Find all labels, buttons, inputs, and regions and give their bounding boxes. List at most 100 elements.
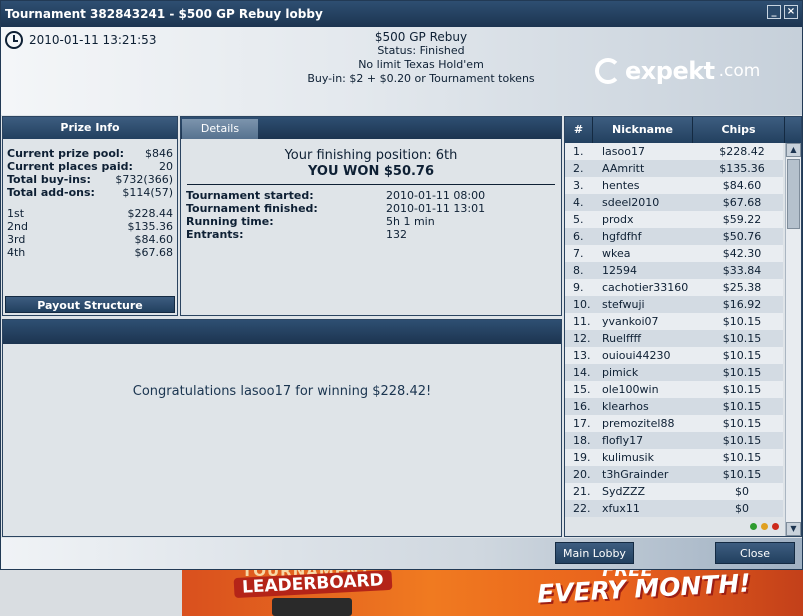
table-row[interactable]: 13. ouioui44230 $10.15 — [565, 347, 783, 364]
table-row[interactable]: 22. xfux11 $0 — [565, 500, 783, 517]
table-row[interactable]: 5. prodx $59.22 — [565, 211, 783, 228]
players-list: 1. lasoo17 $228.42 2. AAmritt $135.36 3. hentes… — [565, 143, 783, 517]
row-chips: $10.15 — [722, 315, 762, 328]
row-rank: 8. — [573, 264, 584, 277]
row-nickname: wkea — [602, 247, 631, 260]
row-nickname: ole100win — [602, 383, 659, 396]
row-chips: $16.92 — [722, 298, 762, 311]
summary-value: $732(366) — [115, 173, 173, 186]
row-chips: $67.68 — [722, 196, 762, 209]
table-row[interactable]: 8. 12594 $33.84 — [565, 262, 783, 279]
expekt-logo: expekt .com — [595, 57, 760, 85]
table-row[interactable]: 17. premozitel88 $10.15 — [565, 415, 783, 432]
row-rank: 12. — [573, 332, 591, 345]
table-row[interactable]: 6. hgfdfhf $50.76 — [565, 228, 783, 245]
column-nickname[interactable]: Nickname — [593, 117, 693, 143]
row-nickname: pimick — [602, 366, 639, 379]
main-lobby-button[interactable]: Main Lobby — [555, 542, 634, 564]
row-rank: 22. — [573, 502, 591, 515]
row-rank: 18. — [573, 434, 591, 447]
row-nickname: hentes — [602, 179, 640, 192]
row-rank: 21. — [573, 485, 591, 498]
congrats-panel: Congratulations lasoo17 for winning $228… — [2, 319, 562, 537]
minimize-icon[interactable]: _ — [767, 5, 781, 19]
row-chips: $0 — [735, 485, 749, 498]
table-row[interactable]: 4. sdeel2010 $67.68 — [565, 194, 783, 211]
status-dot-icon — [750, 523, 757, 530]
summary-row: Current prize pool: $846 — [7, 147, 173, 160]
table-row[interactable]: 3. hentes $84.60 — [565, 177, 783, 194]
row-rank: 4. — [573, 196, 584, 209]
table-row[interactable]: 12. Ruelffff $10.15 — [565, 330, 783, 347]
table-row[interactable]: 1. lasoo17 $228.42 — [565, 143, 783, 160]
tournament-name: $500 GP Rebuy — [374, 30, 468, 44]
table-row[interactable]: 20. t3hGrainder $10.15 — [565, 466, 783, 483]
row-nickname: 12594 — [602, 264, 637, 277]
promo-banner[interactable]: TOURNAMENT LEADERBOARD FREE EVERY MONTH! — [182, 570, 803, 616]
row-rank: 3. — [573, 179, 584, 192]
table-row[interactable]: 7. wkea $42.30 — [565, 245, 783, 262]
scroll-up-icon[interactable]: ▲ — [786, 143, 801, 157]
summary-label: Current places paid: — [7, 160, 133, 173]
row-chips: $10.15 — [722, 434, 762, 447]
row-chips: $10.15 — [722, 400, 762, 413]
table-row[interactable]: 19. kulimusik $10.15 — [565, 449, 783, 466]
table-row[interactable]: 21. SydZZZ $0 — [565, 483, 783, 500]
tab-details[interactable]: Details — [182, 119, 258, 139]
row-nickname: klearhos — [602, 400, 649, 413]
scroll-down-icon[interactable]: ▼ — [786, 522, 801, 536]
place-label: 4th — [7, 246, 26, 259]
place-value: $135.36 — [127, 220, 174, 233]
row-nickname: ouioui44230 — [602, 349, 671, 362]
row-nickname: yvankoi07 — [602, 315, 659, 328]
table-row[interactable]: 2. AAmritt $135.36 — [565, 160, 783, 177]
row-rank: 7. — [573, 247, 584, 260]
row-nickname: sdeel2010 — [602, 196, 660, 209]
prize-info-title: Prize Info — [3, 117, 177, 139]
winnings: YOU WON $50.76 — [307, 164, 435, 179]
place-row: 2nd $135.36 — [7, 220, 173, 233]
row-nickname: t3hGrainder — [602, 468, 669, 481]
close-button[interactable]: Close — [715, 542, 795, 564]
row-rank: 16. — [573, 400, 591, 413]
status-indicators — [750, 523, 779, 530]
table-row[interactable]: 18. flofly17 $10.15 — [565, 432, 783, 449]
payout-structure-button[interactable]: Payout Structure — [5, 296, 175, 313]
row-nickname: flofly17 — [602, 434, 644, 447]
row-rank: 17. — [573, 417, 591, 430]
players-scrollbar[interactable]: ▲ ▼ — [785, 143, 801, 536]
cards-graphic — [272, 598, 352, 616]
details-grid: Tournament started: 2010-01-11 08:00 Tour… — [181, 185, 561, 241]
table-row[interactable]: 10. stefwuji $16.92 — [565, 296, 783, 313]
column-num[interactable]: # — [565, 117, 593, 143]
table-row[interactable]: 16. klearhos $10.15 — [565, 398, 783, 415]
summary-value: $114(57) — [122, 186, 173, 199]
congrats-header — [3, 320, 561, 344]
close-icon[interactable]: × — [784, 5, 798, 19]
row-nickname: Ruelffff — [602, 332, 642, 345]
place-label: 2nd — [7, 220, 28, 233]
table-row[interactable]: 14. pimick $10.15 — [565, 364, 783, 381]
summary-label: Total add-ons: — [7, 186, 95, 199]
finishing-position: Your finishing position: 6th — [284, 148, 458, 163]
details-panel: Details Your finishing position: 6th YOU… — [180, 116, 562, 316]
table-row[interactable]: 9. cachotier33160 $25.38 — [565, 279, 783, 296]
detail-value: 2010-01-11 13:01 — [386, 202, 486, 215]
detail-label: Tournament started: — [186, 189, 314, 202]
detail-value: 5h 1 min — [386, 215, 435, 228]
clock-icon — [5, 31, 23, 49]
column-chips[interactable]: Chips — [693, 117, 785, 143]
title-bar[interactable]: Tournament 382843241 - $500 GP Rebuy lob… — [1, 1, 802, 27]
place-row: 3rd $84.60 — [7, 233, 173, 246]
scroll-thumb[interactable] — [787, 159, 800, 229]
row-nickname: hgfdfhf — [602, 230, 642, 243]
row-chips: $84.60 — [722, 179, 762, 192]
row-chips: $50.76 — [722, 230, 762, 243]
summary-label: Current prize pool: — [7, 147, 125, 160]
row-chips: $228.42 — [719, 145, 765, 158]
place-value: $84.60 — [134, 233, 174, 246]
row-chips: $0 — [735, 502, 749, 515]
logo-suffix: .com — [718, 61, 761, 81]
table-row[interactable]: 15. ole100win $10.15 — [565, 381, 783, 398]
table-row[interactable]: 11. yvankoi07 $10.15 — [565, 313, 783, 330]
